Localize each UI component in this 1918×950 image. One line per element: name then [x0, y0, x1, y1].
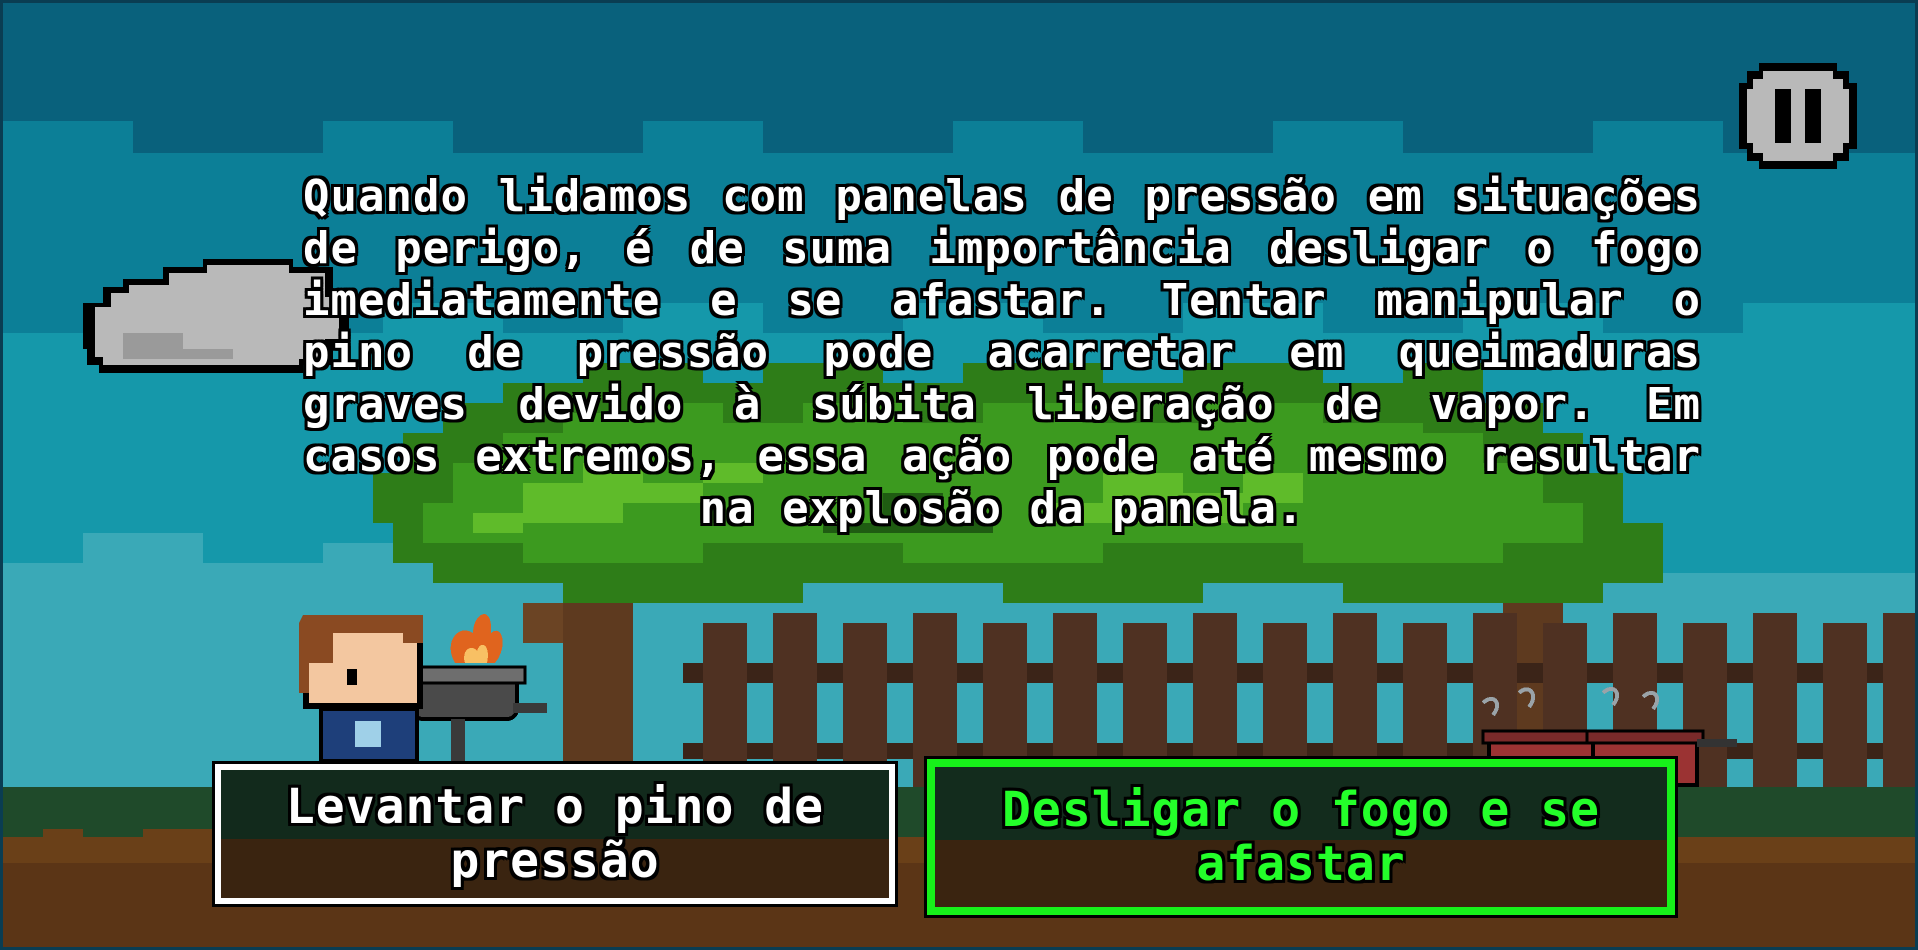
- pause-button[interactable]: [1735, 63, 1861, 169]
- choice-label: Levantar o pino de pressão: [285, 779, 825, 889]
- choice-label: Desligar o fogo e se afastar: [1002, 782, 1600, 892]
- choice-button-turn-off-fire[interactable]: Desligar o fogo e se afastar: [924, 756, 1678, 918]
- story-text: Quando lidamos com panelas de pressão em…: [303, 171, 1701, 534]
- game-screen: Quando lidamos com panelas de pressão em…: [0, 0, 1918, 950]
- pause-icon: [1739, 63, 1857, 169]
- choice-button-lift-pin[interactable]: Levantar o pino de pressão: [212, 761, 898, 907]
